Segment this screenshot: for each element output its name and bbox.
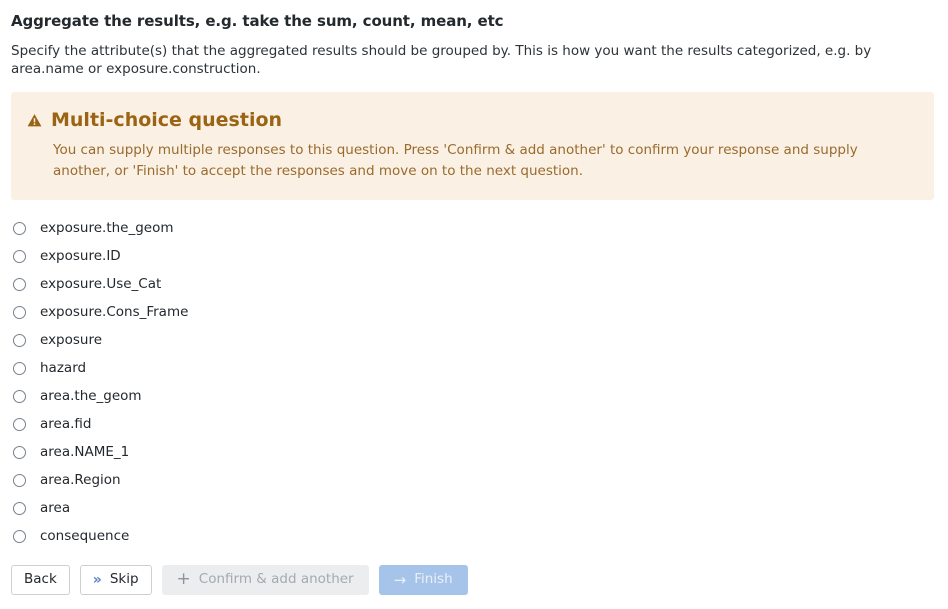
choice-label: area.the_geom [40,388,142,404]
radio-button-icon[interactable] [13,333,26,347]
choice-label: hazard [40,360,87,376]
choice-option-exposure[interactable]: exposure [11,326,937,354]
choice-option-area-name-1[interactable]: area.NAME_1 [11,438,937,466]
radio-button-icon[interactable] [13,249,26,263]
choice-label: exposure [40,332,103,348]
radio-button-icon[interactable] [13,529,26,543]
choice-option-exposure-use-cat[interactable]: exposure.Use_Cat [11,270,937,298]
question-description: Specify the attribute(s) that the aggreg… [11,43,872,77]
choice-option-exposure-id[interactable]: exposure.ID [11,242,937,270]
page-title: Aggregate the results, e.g. take the sum… [11,12,504,30]
radio-button-icon[interactable] [13,361,26,375]
choice-option-hazard[interactable]: hazard [11,354,937,382]
double-chevron-right-icon: » [92,572,102,588]
choice-option-exposure-the-geom[interactable]: exposure.the_geom [11,214,937,242]
alert-heading-text: Multi-choice question [51,109,283,131]
radio-button-icon[interactable] [13,221,26,235]
alert-heading-row: Multi-choice question [27,108,918,132]
choice-label: exposure.the_geom [40,220,174,236]
choice-option-area[interactable]: area [11,494,937,522]
choice-option-consequence[interactable]: consequence [11,522,937,550]
choice-option-area-the-geom[interactable]: area.the_geom [11,382,937,410]
arrow-right-icon: → [393,570,407,589]
back-button-label: Back [24,571,57,588]
back-button[interactable]: Back [11,565,70,595]
warning-triangle-icon [27,113,42,128]
alert-body-text: You can supply multiple responses to thi… [53,142,858,179]
choice-label: area.Region [40,472,121,488]
choice-option-area-fid[interactable]: area.fid [11,410,937,438]
choice-label: exposure.ID [40,248,121,264]
choice-list: exposure.the_geom exposure.ID exposure.U… [11,214,937,550]
choice-label: exposure.Use_Cat [40,276,162,292]
button-bar: Back » Skip + Confirm & add another → Fi… [11,560,937,595]
choice-option-area-region[interactable]: area.Region [11,466,937,494]
radio-button-icon[interactable] [13,277,26,291]
choice-label: area.NAME_1 [40,444,130,460]
choice-label: area [40,500,71,516]
radio-button-icon[interactable] [13,473,26,487]
radio-button-icon[interactable] [13,445,26,459]
question-page: Aggregate the results, e.g. take the sum… [0,0,948,595]
finish-button[interactable]: → Finish [378,565,468,595]
skip-button-label: Skip [109,571,139,588]
confirm-add-another-button[interactable]: + Confirm & add another [161,565,369,595]
choice-label: exposure.Cons_Frame [40,304,189,320]
radio-button-icon[interactable] [13,305,26,319]
confirm-add-another-label: Confirm & add another [198,571,354,588]
finish-button-label: Finish [414,571,453,588]
radio-button-icon[interactable] [13,417,26,431]
skip-button[interactable]: » Skip [79,565,152,595]
radio-button-icon[interactable] [13,389,26,403]
radio-button-icon[interactable] [13,501,26,515]
multi-choice-alert: Multi-choice question You can supply mul… [11,92,934,200]
choice-label: consequence [40,528,130,544]
plus-icon: + [176,569,191,589]
choice-option-exposure-cons-frame[interactable]: exposure.Cons_Frame [11,298,937,326]
choice-label: area.fid [40,416,92,432]
